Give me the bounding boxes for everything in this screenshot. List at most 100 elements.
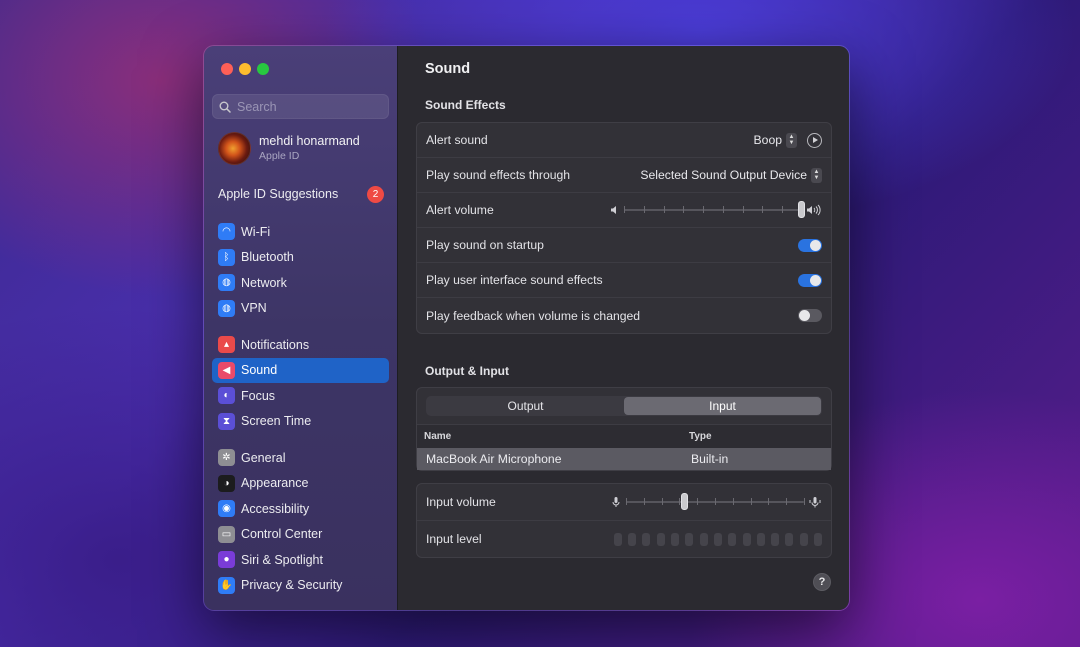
input-volume-row: Input volume (417, 484, 831, 521)
slider-knob[interactable] (680, 493, 688, 510)
bell-icon: ▴ (218, 336, 235, 354)
alert-sound-label: Alert sound (426, 133, 488, 147)
sidebar-item-accessibility[interactable]: ◉ Accessibility (212, 496, 389, 522)
zoom-window-button[interactable] (257, 63, 269, 75)
sidebar-item-label: Notifications (241, 337, 310, 352)
alert-volume-slider[interactable] (624, 201, 805, 218)
level-segment (756, 532, 765, 546)
device-name: MacBook Air Microphone (426, 452, 562, 466)
level-segment (699, 532, 708, 546)
ui-sound-effects-label: Play user interface sound effects (426, 273, 603, 287)
help-button[interactable]: ? (813, 573, 831, 591)
hand-icon: ✋ (218, 576, 235, 594)
apple-id-suggestions[interactable]: Apple ID Suggestions 2 (218, 184, 384, 204)
column-header-type[interactable]: Type (682, 431, 712, 442)
search-box[interactable] (212, 94, 389, 119)
chevron-updown-icon: ▲ ▼ (786, 132, 797, 148)
speaker-icon: ◀ (218, 361, 235, 379)
sidebar-item-appearance[interactable]: ◑ Appearance (212, 471, 389, 497)
sidebar-item-network[interactable]: ◍ Network (212, 270, 389, 296)
sidebar-item-notifications[interactable]: ▴ Notifications (212, 332, 389, 358)
column-header-name[interactable]: Name (417, 431, 682, 442)
level-segment (742, 532, 751, 546)
sidebar-item-vpn[interactable]: ◍ VPN (212, 296, 389, 322)
input-level-row: Input level (417, 521, 831, 557)
level-segment (814, 532, 822, 546)
speaker-high-icon (807, 204, 821, 216)
sidebar: mehdi honarmand Apple ID Apple ID Sugges… (204, 46, 398, 610)
startup-sound-toggle[interactable] (798, 238, 822, 252)
sidebar-item-focus[interactable]: ◐ Focus (212, 383, 389, 409)
close-window-button[interactable] (221, 63, 233, 75)
sidebar-item-label: Privacy & Security (241, 578, 343, 593)
tab-output[interactable]: Output (427, 397, 624, 415)
volume-feedback-label: Play feedback when volume is changed (426, 308, 641, 323)
level-segment (785, 532, 794, 546)
sidebar-item-label: VPN (241, 301, 267, 316)
play-through-row: Play sound effects through Selected Soun… (417, 158, 831, 193)
ui-sound-effects-toggle[interactable] (798, 273, 822, 287)
sidebar-group-notifications: ▴ Notifications ◀ Sound ◐ Focus ⧗ Screen Time (212, 332, 389, 434)
avatar (218, 131, 251, 165)
output-input-segmented-control: Output Input (426, 396, 822, 416)
globe-icon: ◍ (218, 274, 235, 292)
sidebar-item-control-center[interactable]: ▭ Control Center (212, 522, 389, 548)
gear-icon: ✲ (218, 449, 235, 467)
sidebar-item-privacy-security[interactable]: ✋ Privacy & Security (212, 573, 389, 599)
vpn-globe-icon: ◍ (218, 299, 235, 317)
volume-feedback-row: Play feedback when volume is changed (417, 298, 831, 333)
slider-knob[interactable] (798, 201, 805, 218)
moon-icon: ◐ (218, 387, 235, 405)
alert-sound-popup[interactable]: Boop ▲ ▼ (753, 132, 822, 148)
input-level-label: Input level (426, 532, 482, 546)
sidebar-item-wi-fi[interactable]: ◠ Wi-Fi (212, 219, 389, 245)
accessibility-icon: ◉ (218, 500, 235, 518)
alert-volume-row: Alert volume (417, 193, 831, 228)
volume-feedback-toggle[interactable] (798, 309, 822, 322)
microphone-high-icon (809, 496, 821, 507)
sidebar-item-general[interactable]: ✲ General (212, 445, 389, 471)
level-segment (799, 532, 808, 546)
chevron-updown-icon: ▲ ▼ (811, 167, 822, 183)
ui-sound-effects-row: Play user interface sound effects (417, 263, 831, 298)
tab-input[interactable]: Input (624, 397, 821, 415)
apple-id-profile[interactable]: mehdi honarmand Apple ID (218, 130, 388, 166)
level-segment (685, 532, 694, 546)
sidebar-item-label: General (241, 450, 286, 465)
hourglass-icon: ⧗ (218, 412, 235, 430)
speaker-low-icon (611, 206, 616, 214)
output-input-heading: Output & Input (425, 364, 509, 378)
alert-volume-label: Alert volume (426, 203, 494, 217)
sidebar-item-label: Siri & Spotlight (241, 552, 323, 567)
sidebar-item-sound[interactable]: ◀ Sound (212, 357, 389, 383)
play-alert-button[interactable] (807, 132, 822, 148)
sidebar-group-network: ◠ Wi-Fi ᛒ Bluetooth ◍ Network ◍ VPN (212, 219, 389, 321)
input-volume-slider[interactable] (626, 493, 805, 510)
level-segment (671, 532, 680, 546)
suggestions-label: Apple ID Suggestions (218, 187, 339, 201)
wifi-icon: ◠ (218, 223, 235, 241)
bluetooth-icon: ᛒ (218, 248, 235, 266)
suggestions-badge: 2 (367, 185, 384, 203)
level-segment (613, 532, 622, 546)
alert-sound-value: Boop (753, 133, 782, 147)
minimize-window-button[interactable] (239, 63, 251, 75)
level-segment (728, 532, 737, 546)
table-row[interactable]: MacBook Air Microphone Built-in (417, 448, 831, 470)
sidebar-item-siri-spotlight[interactable]: ● Siri & Spotlight (212, 547, 389, 573)
sidebar-item-screen-time[interactable]: ⧗ Screen Time (212, 409, 389, 435)
sidebar-item-bluetooth[interactable]: ᛒ Bluetooth (212, 245, 389, 271)
sound-effects-card: Alert sound Boop ▲ ▼ Play sound effects t… (416, 122, 832, 334)
search-input[interactable] (237, 99, 377, 114)
play-through-popup[interactable]: Selected Sound Output Device ▲ ▼ (640, 167, 822, 183)
device-table-header: Name Type (417, 424, 831, 448)
play-through-label: Play sound effects through (426, 168, 571, 182)
sidebar-item-label: Control Center (241, 527, 323, 542)
page-title: Sound (425, 61, 471, 77)
sidebar-item-label: Wi-Fi (241, 224, 271, 239)
sidebar-item-label: Appearance (241, 476, 309, 491)
sidebar-item-label: Sound (241, 363, 278, 378)
level-segment (628, 532, 637, 546)
appearance-icon: ◑ (218, 474, 235, 492)
siri-icon: ● (218, 551, 235, 569)
